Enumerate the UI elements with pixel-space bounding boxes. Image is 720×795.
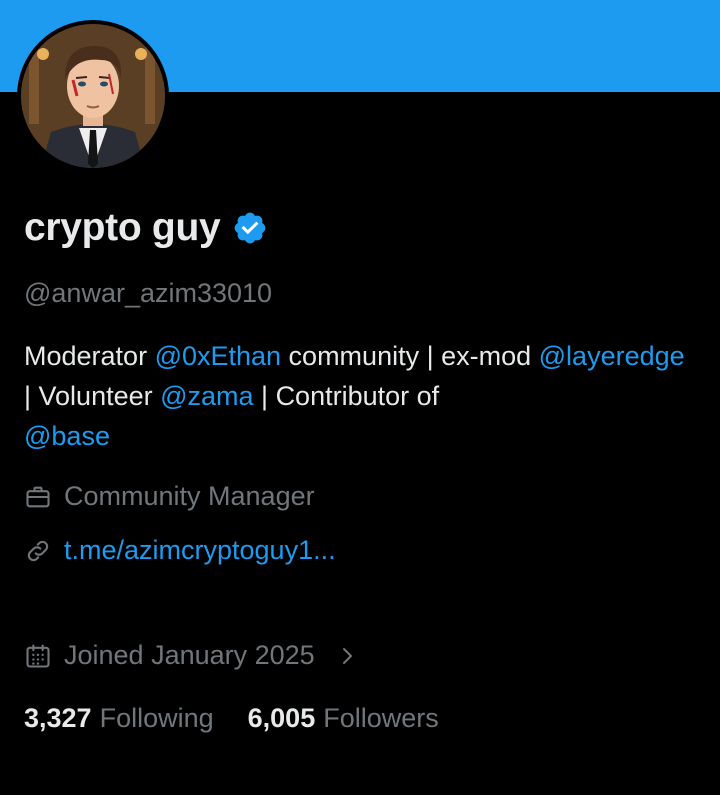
briefcase-icon — [26, 486, 50, 507]
bio-text: community | ex-mod — [281, 341, 539, 371]
following-link[interactable]: 3,327 Following — [24, 703, 214, 734]
bio-text: | Contributor of — [253, 381, 440, 411]
avatar[interactable] — [17, 20, 169, 172]
username-handle: @anwar_azim33010 — [24, 278, 273, 308]
followers-link[interactable]: 6,005 Followers — [248, 703, 439, 734]
mention-link[interactable]: @layeredge — [539, 341, 685, 371]
calendar-icon — [26, 643, 50, 668]
verified-check-icon[interactable] — [232, 210, 268, 246]
mention-link[interactable]: @0xEthan — [155, 341, 281, 371]
following-count: 3,327 — [24, 703, 92, 733]
bio: Moderator @0xEthan community | ex-mod @l… — [24, 336, 694, 456]
website-row[interactable]: t.me/azimcryptoguy1... — [24, 535, 336, 566]
job-title: Community Manager — [64, 481, 315, 511]
joined-date: Joined January 2025 — [64, 640, 315, 670]
link-icon — [27, 540, 49, 561]
mention-link[interactable]: @zama — [160, 381, 253, 411]
bio-text: | Volunteer — [24, 381, 161, 411]
chevron-right-icon[interactable] — [335, 644, 359, 668]
avatar-image — [21, 24, 165, 168]
followers-label: Followers — [323, 703, 439, 733]
following-label: Following — [99, 703, 214, 733]
joined-row[interactable]: Joined January 2025 — [24, 640, 359, 671]
display-name-row: crypto guy — [24, 206, 268, 250]
followers-count: 6,005 — [247, 703, 316, 733]
mention-link[interactable]: @base — [24, 421, 110, 451]
display-name: crypto guy — [24, 206, 221, 249]
job-title-row: Community Manager — [24, 481, 315, 512]
bio-text: Moderator — [24, 341, 155, 371]
follow-stats: 3,327 Following 6,005 Followers — [24, 703, 439, 734]
website-link[interactable]: t.me/azimcryptoguy1... — [64, 535, 336, 566]
